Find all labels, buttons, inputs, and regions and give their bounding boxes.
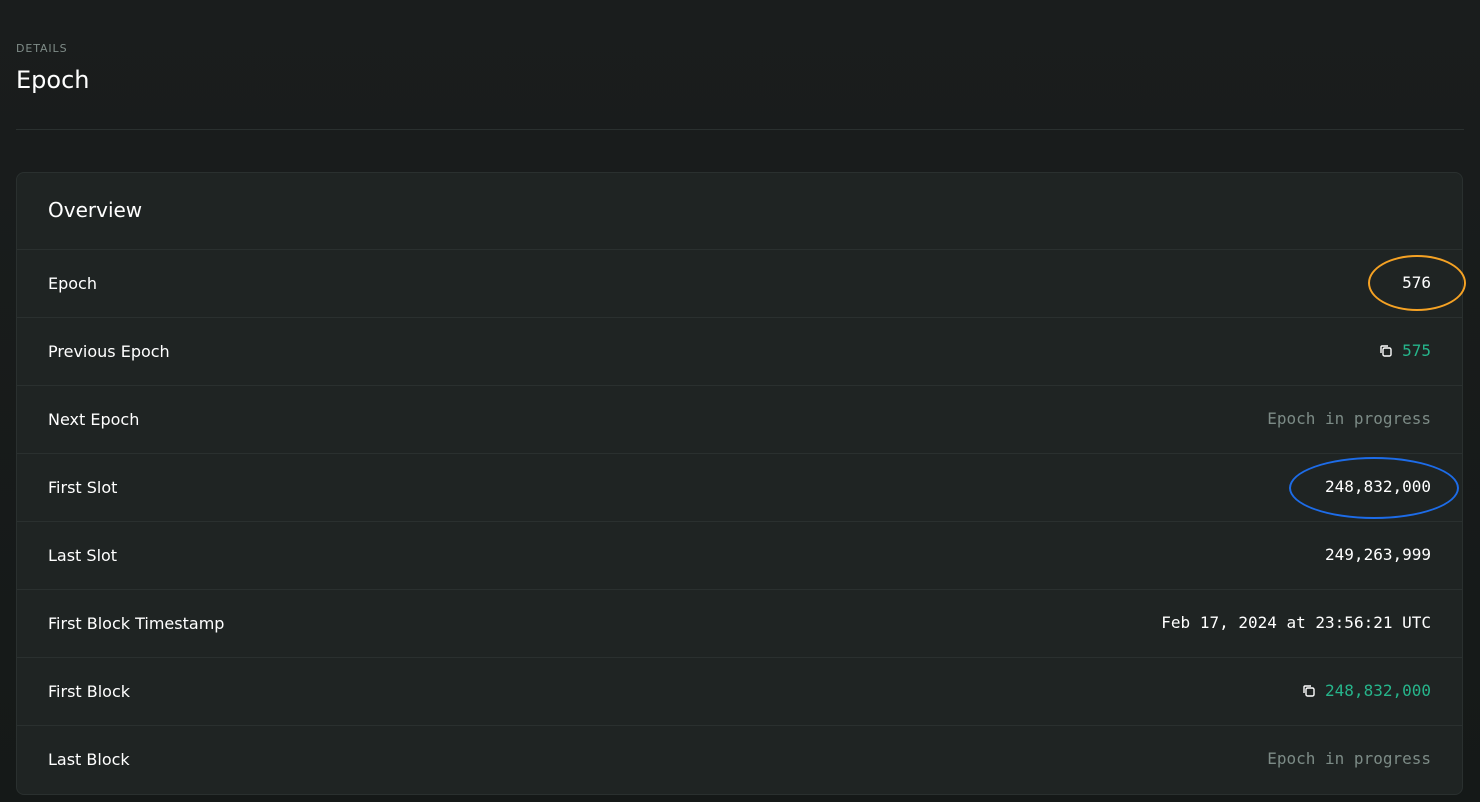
next-epoch-value: Epoch in progress bbox=[1267, 409, 1431, 428]
previous-epoch-value: 575 bbox=[1378, 341, 1431, 360]
page-pretitle: DETAILS bbox=[16, 42, 68, 55]
row-first-block: First Block 248,832,000 bbox=[17, 658, 1462, 726]
previous-epoch-link[interactable]: 575 bbox=[1402, 341, 1431, 360]
first-slot-label: First Slot bbox=[48, 478, 118, 497]
next-epoch-label: Next Epoch bbox=[48, 410, 140, 429]
first-block-link[interactable]: 248,832,000 bbox=[1325, 681, 1431, 700]
row-first-block-timestamp: First Block Timestamp Feb 17, 2024 at 23… bbox=[17, 590, 1462, 658]
first-block-label: First Block bbox=[48, 682, 131, 701]
row-first-slot: First Slot 248,832,000 bbox=[17, 454, 1462, 522]
first-slot-value: 248,832,000 bbox=[1325, 477, 1431, 496]
overview-title: Overview bbox=[48, 198, 143, 222]
overview-table: Epoch 576 Previous Epoch 575 Next Epoch bbox=[17, 250, 1462, 794]
last-block-label: Last Block bbox=[48, 750, 130, 769]
epoch-details-page: DETAILS Epoch Overview Epoch 576 Previou… bbox=[0, 0, 1480, 802]
epoch-label: Epoch bbox=[48, 274, 97, 293]
copy-icon[interactable] bbox=[1301, 683, 1317, 699]
page-title: Epoch bbox=[16, 66, 90, 94]
epoch-value: 576 bbox=[1402, 273, 1431, 292]
first-block-value: 248,832,000 bbox=[1301, 681, 1431, 700]
row-last-block: Last Block Epoch in progress bbox=[17, 726, 1462, 794]
first-block-timestamp-value: Feb 17, 2024 at 23:56:21 UTC bbox=[1161, 613, 1431, 632]
copy-icon[interactable] bbox=[1378, 343, 1394, 359]
first-block-timestamp-label: First Block Timestamp bbox=[48, 614, 225, 633]
row-epoch: Epoch 576 bbox=[17, 250, 1462, 318]
last-slot-label: Last Slot bbox=[48, 546, 118, 565]
row-last-slot: Last Slot 249,263,999 bbox=[17, 522, 1462, 590]
last-block-value: Epoch in progress bbox=[1267, 749, 1431, 768]
row-next-epoch: Next Epoch Epoch in progress bbox=[17, 386, 1462, 454]
overview-card-header: Overview bbox=[17, 173, 1462, 250]
page-header: DETAILS Epoch bbox=[16, 0, 1464, 130]
last-slot-value: 249,263,999 bbox=[1325, 545, 1431, 564]
overview-card: Overview Epoch 576 Previous Epoch 575 Ne… bbox=[16, 172, 1463, 795]
previous-epoch-label: Previous Epoch bbox=[48, 342, 170, 361]
row-previous-epoch: Previous Epoch 575 bbox=[17, 318, 1462, 386]
